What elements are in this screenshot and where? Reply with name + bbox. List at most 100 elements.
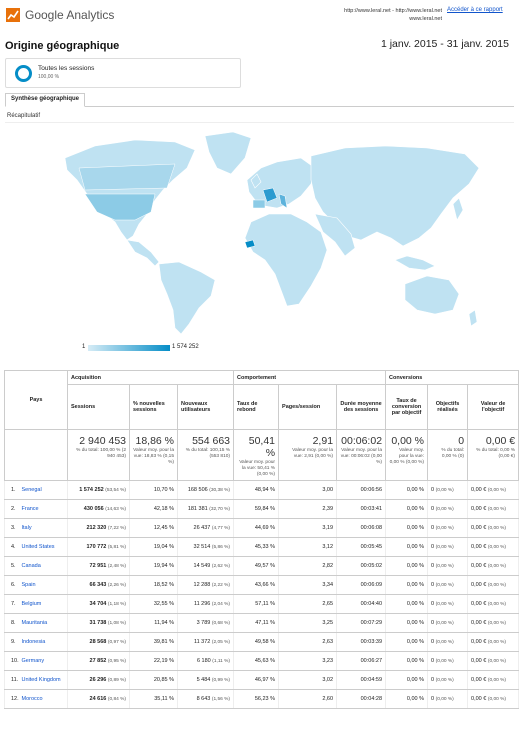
row-duration: 00:06:09 (336, 575, 387, 595)
row-duration: 00:04:40 (336, 594, 387, 614)
col-avg-duration[interactable]: Durée moyenne des sessions (336, 384, 387, 430)
row-conv-rate: 0,00 % (385, 651, 429, 671)
row-duration: 00:05:45 (336, 537, 387, 557)
row-goals: 0 (0,00 %) (427, 518, 469, 538)
row-sessions: 31 738 (1,08 %) (67, 613, 131, 633)
col-pages-session[interactable]: Pages/session (278, 384, 338, 430)
row-bounce: 57,11 % (233, 594, 280, 614)
total-pages: 2,91 (312, 435, 334, 447)
go-to-report-link[interactable]: Accéder à ce rapport (447, 7, 503, 13)
total-bounce: 50,41 % (248, 435, 276, 459)
map-central-america (126, 239, 160, 267)
row-country[interactable]: Mauritania (18, 613, 69, 633)
row-country[interactable]: France (18, 499, 69, 519)
map-canada-highlight (78, 163, 176, 191)
row-goals: 0 (0,00 %) (427, 575, 469, 595)
row-goal-value: 0,00 € (0,00 %) (467, 556, 519, 576)
row-bounce: 46,97 % (233, 670, 280, 690)
row-bounce: 59,84 % (233, 499, 280, 519)
col-sessions[interactable]: Sessions (67, 384, 131, 430)
row-goal-value: 0,00 € (0,00 %) (467, 670, 519, 690)
row-country[interactable]: Senegal (18, 480, 69, 500)
row-conv-rate: 0,00 % (385, 556, 429, 576)
row-conv-rate: 0,00 % (385, 537, 429, 557)
table-row: 6. Spain 66 343 (2,26 %) 18,52 % 12 288 (2,2… (4, 575, 519, 595)
row-goals: 0 (0,00 %) (427, 689, 469, 709)
logo-text: Google Analytics (25, 8, 115, 22)
row-pages: 3,19 (278, 518, 338, 538)
map-spain-highlight (252, 199, 266, 209)
row-new-sessions: 19,94 % (129, 556, 179, 576)
table-row: 9. Indonesia 28 568 (0,97 %) 39,81 % 11 372 … (4, 632, 519, 652)
row-pages: 3,00 (278, 480, 338, 500)
row-conv-rate: 0,00 % (385, 518, 429, 538)
map-australia (404, 275, 460, 315)
map-greenland (204, 131, 252, 175)
row-pages: 2,65 (278, 594, 338, 614)
row-index: 1. (4, 480, 19, 500)
row-new-users: 6 180 (1,11 %) (177, 651, 235, 671)
legend-gradient (88, 345, 170, 351)
row-goals: 0 (0,00 %) (427, 537, 469, 557)
row-pages: 3,23 (278, 651, 338, 671)
row-country[interactable]: Germany (18, 651, 69, 671)
legend-max: 1 574 252 (172, 344, 199, 350)
row-new-users: 8 643 (1,56 %) (177, 689, 235, 709)
row-country[interactable]: United States (18, 537, 69, 557)
row-bounce: 47,11 % (233, 613, 280, 633)
date-range[interactable]: 1 janv. 2015 - 31 janv. 2015 (381, 38, 509, 50)
row-index: 9. (4, 632, 19, 652)
row-new-sessions: 18,52 % (129, 575, 179, 595)
row-country[interactable]: United Kingdom (18, 670, 69, 690)
row-country[interactable]: Belgium (18, 594, 69, 614)
row-country[interactable]: Spain (18, 575, 69, 595)
col-goals[interactable]: Objectifs réalisés (427, 384, 469, 430)
col-goal-value[interactable]: Valeur de l'objectif (467, 384, 519, 430)
row-new-sessions: 39,81 % (129, 632, 179, 652)
row-goals: 0 (0,00 %) (427, 499, 469, 519)
group-acquisition: Acquisition (67, 370, 235, 385)
geo-table: Pays Acquisition Comportement Conversion… (3, 370, 519, 709)
analytics-chart-icon (6, 8, 20, 22)
site-urls: http://www.leral.net - http://www.leral.… (330, 7, 442, 23)
row-pages: 2,63 (278, 632, 338, 652)
table-row: 10. Germany 27 852 (0,95 %) 22,19 % 6 180 (1… (4, 651, 519, 671)
row-goal-value: 0,00 € (0,00 %) (467, 575, 519, 595)
tab-geo-summary[interactable]: Synthèse géographique (5, 93, 86, 107)
row-new-sessions: 35,11 % (129, 689, 179, 709)
row-country[interactable]: Italy (18, 518, 69, 538)
col-bounce-rate[interactable]: Taux de rebond (233, 384, 280, 430)
col-country[interactable]: Pays (3, 370, 69, 430)
row-duration: 00:07:29 (336, 613, 387, 633)
row-new-users: 168 506 (30,38 %) (177, 480, 235, 500)
row-conv-rate: 0,00 % (385, 613, 429, 633)
table-row: 11. United Kingdom 26 296 (0,89 %) 20,85 % 5… (4, 670, 519, 690)
row-pages: 3,25 (278, 613, 338, 633)
row-duration: 00:06:27 (336, 651, 387, 671)
row-index: 11. (4, 670, 19, 690)
row-duration: 00:06:08 (336, 518, 387, 538)
row-duration: 00:03:39 (336, 632, 387, 652)
col-new-sessions[interactable]: % nouvelles sessions (129, 384, 179, 430)
row-index: 12. (4, 689, 19, 709)
row-conv-rate: 0,00 % (385, 670, 429, 690)
row-duration: 00:04:28 (336, 689, 387, 709)
row-conv-rate: 0,00 % (385, 632, 429, 652)
row-new-sessions: 12,45 % (129, 518, 179, 538)
row-country[interactable]: Canada (18, 556, 69, 576)
table-row: 5. Canada 72 951 (2,48 %) 19,94 % 14 549 (2,… (4, 556, 519, 576)
row-country[interactable]: Morocco (18, 689, 69, 709)
row-sessions: 1 574 252 (53,54 %) (67, 480, 131, 500)
row-sessions: 66 343 (2,26 %) (67, 575, 131, 595)
total-new-sessions: 18,86 % (135, 435, 175, 447)
map-legend: 1 1 574 252 (78, 343, 218, 353)
row-new-users: 11 296 (2,04 %) (177, 594, 235, 614)
row-new-sessions: 20,85 % (129, 670, 179, 690)
col-new-users[interactable]: Nouveaux utilisateurs (177, 384, 235, 430)
recap-link[interactable]: Récapitulatif (7, 113, 40, 119)
col-conv-rate[interactable]: Taux de conversion par objectif (385, 384, 429, 430)
world-map[interactable] (55, 128, 485, 338)
segment-selector[interactable]: Toutes les sessions 100,00 % (5, 58, 241, 88)
row-sessions: 27 852 (0,95 %) (67, 651, 131, 671)
row-country[interactable]: Indonesia (18, 632, 69, 652)
